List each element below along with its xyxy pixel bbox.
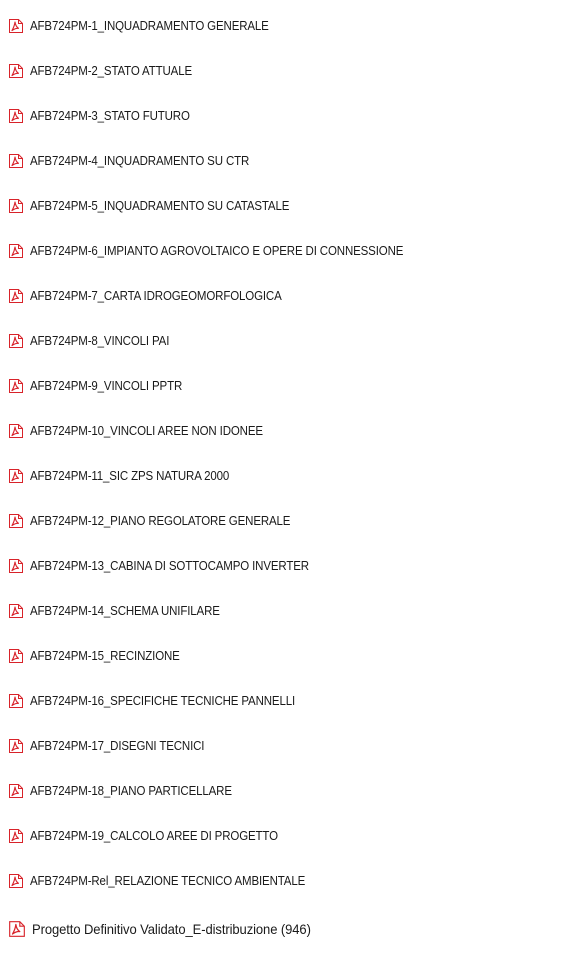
pdf-icon <box>8 243 24 259</box>
file-name: AFB724PM-3_STATO FUTURO <box>30 109 190 123</box>
pdf-icon <box>8 920 26 938</box>
pdf-icon <box>8 18 24 34</box>
pdf-icon <box>8 378 24 394</box>
pdf-icon <box>8 738 24 754</box>
file-item[interactable]: AFB724PM-15_RECINZIONE <box>8 645 193 667</box>
file-name: AFB724PM-9_VINCOLI PPTR <box>30 379 183 393</box>
pdf-icon <box>8 108 24 124</box>
pdf-icon <box>8 648 24 664</box>
file-name: AFB724PM-13_CABINA DI SOTTOCAMPO INVERTE… <box>30 559 309 573</box>
pdf-icon <box>8 288 24 304</box>
file-item[interactable]: AFB724PM-12_PIANO REGOLATORE GENERALE <box>8 510 313 532</box>
file-item[interactable]: AFB724PM-3_STATO FUTURO <box>8 105 204 127</box>
file-item[interactable]: AFB724PM-1_INQUADRAMENTO GENERALE <box>8 15 289 37</box>
pdf-icon <box>8 198 24 214</box>
file-name: AFB724PM-12_PIANO REGOLATORE GENERALE <box>30 514 291 528</box>
pdf-icon <box>8 783 24 799</box>
file-name: AFB724PM-1_INQUADRAMENTO GENERALE <box>30 19 269 33</box>
file-name: AFB724PM-10_VINCOLI AREE NON IDONEE <box>30 424 263 438</box>
file-name: Progetto Definitivo Validato_E-distribuz… <box>32 921 311 937</box>
pdf-icon <box>8 153 24 169</box>
file-item[interactable]: AFB724PM-10_VINCOLI AREE NON IDONEE <box>8 420 283 442</box>
file-item[interactable]: AFB724PM-11_SIC ZPS NATURA 2000 <box>8 465 247 487</box>
file-item[interactable]: AFB724PM-9_VINCOLI PPTR <box>8 375 195 397</box>
file-name: AFB724PM-14_SCHEMA UNIFILARE <box>30 604 220 618</box>
file-name: AFB724PM-6_IMPIANTO AGROVOLTAICO E OPERE… <box>30 244 404 258</box>
file-name: AFB724PM-18_PIANO PARTICELLARE <box>30 784 232 798</box>
file-item[interactable]: Progetto Definitivo Validato_E-distribuz… <box>8 918 332 940</box>
pdf-icon <box>8 693 24 709</box>
pdf-icon <box>8 513 24 529</box>
file-item[interactable]: AFB724PM-16_SPECIFICHE TECNICHE PANNELLI <box>8 690 318 712</box>
file-name: AFB724PM-4_INQUADRAMENTO SU CTR <box>30 154 250 168</box>
pdf-icon <box>8 603 24 619</box>
file-item[interactable]: AFB724PM-2_STATO ATTUALE <box>8 60 206 82</box>
pdf-icon <box>8 828 24 844</box>
pdf-icon <box>8 468 24 484</box>
file-item[interactable]: AFB724PM-19_CALCOLO AREE DI PROGETTO <box>8 825 299 847</box>
file-item[interactable]: AFB724PM-17_DISEGNI TECNICI <box>8 735 220 757</box>
file-name: AFB724PM-17_DISEGNI TECNICI <box>30 739 205 753</box>
file-name: AFB724PM-7_CARTA IDROGEOMORFOLOGICA <box>30 289 282 303</box>
file-name: AFB724PM-8_VINCOLI PAI <box>30 334 170 348</box>
file-name: AFB724PM-Rel_RELAZIONE TECNICO AMBIENTAL… <box>30 874 306 888</box>
file-item[interactable]: AFB724PM-18_PIANO PARTICELLARE <box>8 780 249 802</box>
file-name: AFB724PM-19_CALCOLO AREE DI PROGETTO <box>30 829 278 843</box>
file-name: AFB724PM-5_INQUADRAMENTO SU CATASTALE <box>30 199 290 213</box>
file-item[interactable]: AFB724PM-14_SCHEMA UNIFILARE <box>8 600 236 622</box>
pdf-icon <box>8 873 24 889</box>
file-item[interactable]: AFB724PM-6_IMPIANTO AGROVOLTAICO E OPERE… <box>8 240 436 262</box>
file-item[interactable]: AFB724PM-8_VINCOLI PAI <box>8 330 181 352</box>
pdf-icon <box>8 333 24 349</box>
file-name: AFB724PM-2_STATO ATTUALE <box>30 64 193 78</box>
file-item[interactable]: AFB724PM-7_CARTA IDROGEOMORFOLOGICA <box>8 285 304 307</box>
pdf-icon <box>8 63 24 79</box>
pdf-icon <box>8 423 24 439</box>
file-name: AFB724PM-15_RECINZIONE <box>30 649 180 663</box>
file-item[interactable]: AFB724PM-4_INQUADRAMENTO SU CTR <box>8 150 268 172</box>
pdf-icon <box>8 558 24 574</box>
file-item[interactable]: AFB724PM-Rel_RELAZIONE TECNICO AMBIENTAL… <box>8 870 329 892</box>
file-name: AFB724PM-11_SIC ZPS NATURA 2000 <box>30 469 230 483</box>
file-item[interactable]: AFB724PM-13_CABINA DI SOTTOCAMPO INVERTE… <box>8 555 333 577</box>
file-name: AFB724PM-16_SPECIFICHE TECNICHE PANNELLI <box>30 694 296 708</box>
file-item[interactable]: AFB724PM-5_INQUADRAMENTO SU CATASTALE <box>8 195 312 217</box>
